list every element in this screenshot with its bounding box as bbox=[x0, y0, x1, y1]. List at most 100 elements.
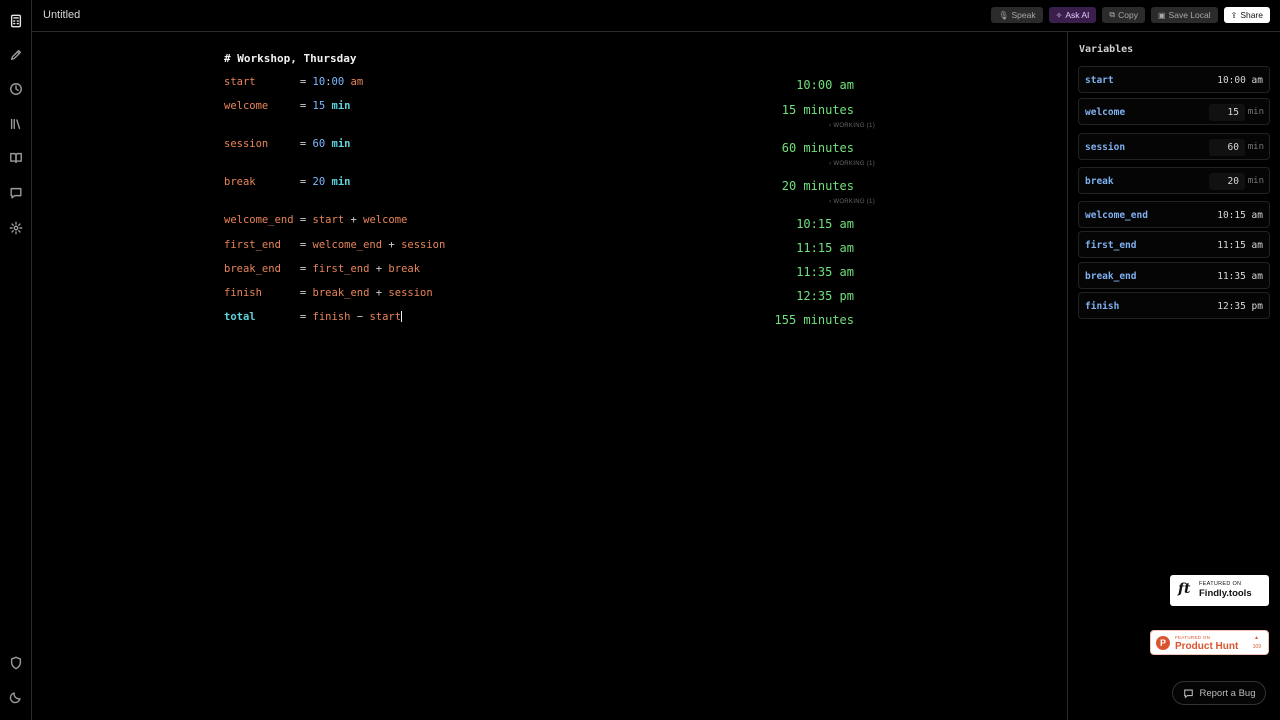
line-ref: welcome bbox=[363, 214, 408, 226]
line-operator: + bbox=[388, 239, 395, 251]
line-ref: start bbox=[312, 214, 345, 226]
copy-button[interactable]: ⧉ Copy bbox=[1102, 7, 1145, 23]
variable-row-welcome: welcome 15 min bbox=[1078, 98, 1270, 125]
share-button[interactable]: ⇪ Share bbox=[1223, 7, 1270, 23]
working-hint[interactable]: › WORKING (1) bbox=[829, 199, 875, 205]
variable-row-start[interactable]: start 10:00 am bbox=[1078, 66, 1270, 93]
variable-row-welcome-end[interactable]: welcome_end 10:15 am bbox=[1078, 201, 1270, 228]
save-icon: ▣ bbox=[1157, 10, 1166, 20]
working-hint[interactable]: › WORKING (1) bbox=[829, 123, 875, 129]
pencil-icon[interactable] bbox=[8, 47, 24, 63]
equals-sign: = bbox=[299, 176, 307, 188]
document-title[interactable]: Untitled bbox=[43, 9, 80, 21]
editor-line-session[interactable]: session = 60 min bbox=[224, 138, 350, 150]
variable-input[interactable]: 20 bbox=[1209, 173, 1245, 190]
result-welcome: 15 minutes bbox=[781, 103, 854, 117]
result-start: 10:00 am bbox=[796, 78, 854, 92]
line-variable: welcome bbox=[224, 100, 294, 112]
line-ref: first_end bbox=[312, 263, 370, 275]
line-operator: + bbox=[375, 287, 383, 299]
variable-row-break: break 20 min bbox=[1078, 167, 1270, 194]
save-local-button[interactable]: ▣ Save Local bbox=[1150, 7, 1218, 23]
equals-sign: = bbox=[299, 138, 307, 150]
variable-value: 12:35 pm bbox=[1217, 301, 1263, 312]
editor-line-start[interactable]: start = 10:00 am bbox=[224, 76, 363, 88]
line-variable: first_end bbox=[224, 239, 294, 251]
findly-name: Findly.tools bbox=[1199, 588, 1252, 599]
equals-sign: = bbox=[299, 214, 307, 226]
line-ref: session bbox=[401, 239, 446, 251]
line-operator: + bbox=[350, 214, 357, 226]
findly-badge[interactable]: ft FEATURED ON Findly.tools bbox=[1170, 575, 1269, 606]
shield-icon[interactable] bbox=[8, 655, 24, 671]
book-icon[interactable] bbox=[8, 150, 24, 166]
report-bug-label: Report a Bug bbox=[1199, 687, 1256, 699]
doc-heading[interactable]: # Workshop, Thursday bbox=[224, 52, 356, 65]
variable-unit: min bbox=[1247, 142, 1264, 152]
sparkle-icon: ✧ bbox=[1055, 10, 1063, 20]
line-ref: welcome_end bbox=[312, 239, 383, 251]
equals-sign: = bbox=[299, 239, 307, 251]
line-unit: min bbox=[331, 176, 351, 188]
result-session: 60 minutes bbox=[781, 141, 854, 155]
copy-icon: ⧉ bbox=[1109, 10, 1116, 19]
calculator-icon[interactable] bbox=[8, 13, 24, 29]
result-finish: 12:35 pm bbox=[796, 289, 854, 303]
variable-row-first-end[interactable]: first_end 11:15 am bbox=[1078, 231, 1270, 258]
editor-line-finish[interactable]: finish = break_end + session bbox=[224, 287, 433, 299]
result-total: 155 minutes bbox=[774, 313, 854, 327]
editor-line-first-end[interactable]: first_end = welcome_end + session bbox=[224, 239, 445, 251]
variable-name: welcome_end bbox=[1085, 210, 1148, 221]
clock-icon[interactable] bbox=[8, 81, 24, 97]
text-cursor bbox=[401, 311, 403, 322]
upvote-arrow-icon: ▲ bbox=[1254, 635, 1259, 641]
variable-name: break bbox=[1085, 176, 1114, 187]
top-bar: Untitled 🎙 Speak ✧ Ask AI ⧉ Copy ▣ Save Loca… bbox=[32, 0, 1280, 32]
chat-icon[interactable] bbox=[8, 185, 24, 201]
settings-icon[interactable] bbox=[8, 220, 24, 236]
speak-button[interactable]: 🎙 Speak bbox=[991, 7, 1043, 23]
line-ref: break_end bbox=[312, 287, 370, 299]
line-number: 20 bbox=[312, 176, 326, 188]
editor-line-break-end[interactable]: break_end = first_end + break bbox=[224, 263, 420, 275]
editor-line-welcome[interactable]: welcome = 15 min bbox=[224, 100, 350, 112]
equals-sign: = bbox=[299, 287, 307, 299]
variable-value: 11:35 am bbox=[1217, 271, 1263, 282]
variable-input[interactable]: 60 bbox=[1209, 139, 1245, 156]
copy-label: Copy bbox=[1118, 10, 1138, 20]
share-label: Share bbox=[1240, 10, 1263, 20]
variable-input[interactable]: 15 bbox=[1209, 104, 1245, 121]
variable-row-break-end[interactable]: break_end 11:35 am bbox=[1078, 262, 1270, 289]
editor-line-welcome-end[interactable]: welcome_end = start + welcome bbox=[224, 214, 407, 226]
result-break: 20 minutes bbox=[781, 179, 854, 193]
microphone-icon: 🎙 bbox=[998, 10, 1009, 20]
line-variable: welcome_end bbox=[224, 214, 294, 226]
working-hint[interactable]: › WORKING (1) bbox=[829, 161, 875, 167]
line-variable: break_end bbox=[224, 263, 294, 275]
ph-small-text: FEATURED ON bbox=[1175, 635, 1211, 640]
line-number: 00 bbox=[331, 76, 345, 88]
editor-line-total[interactable]: total = finish − start bbox=[224, 311, 403, 323]
speak-label: Speak bbox=[1011, 10, 1036, 20]
variable-name: finish bbox=[1085, 301, 1120, 312]
product-hunt-logo-icon: P bbox=[1156, 636, 1170, 650]
ask-ai-button[interactable]: ✧ Ask AI bbox=[1048, 7, 1097, 23]
editor[interactable]: # Workshop, Thursday start = 10:00 am 10… bbox=[32, 32, 1067, 720]
line-unit: min bbox=[331, 138, 351, 150]
variable-name: start bbox=[1085, 75, 1114, 86]
variable-row-finish[interactable]: finish 12:35 pm bbox=[1078, 292, 1270, 319]
editor-line-break[interactable]: break = 20 min bbox=[224, 176, 350, 188]
save-local-label: Save Local bbox=[1168, 10, 1211, 20]
equals-sign: = bbox=[299, 76, 307, 88]
left-sidebar bbox=[0, 0, 32, 720]
report-bug-button[interactable]: Report a Bug bbox=[1172, 681, 1266, 705]
line-ref: session bbox=[388, 287, 433, 299]
line-number: 10 bbox=[312, 76, 326, 88]
result-break-end: 11:35 am bbox=[796, 265, 854, 279]
library-icon[interactable] bbox=[8, 116, 24, 132]
variable-value: 10:15 am bbox=[1217, 210, 1263, 221]
product-hunt-badge[interactable]: P FEATURED ON Product Hunt ▲ 109 bbox=[1150, 630, 1269, 655]
line-operator: + bbox=[375, 263, 383, 275]
moon-icon[interactable] bbox=[8, 689, 24, 705]
line-ref: finish bbox=[312, 311, 351, 323]
